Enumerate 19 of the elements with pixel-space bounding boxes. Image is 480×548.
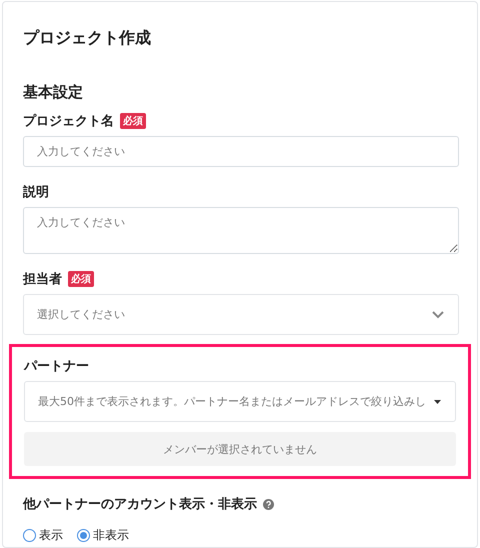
- field-label: 担当者: [23, 271, 62, 288]
- input-field[interactable]: 入力してください: [23, 136, 459, 167]
- select-field[interactable]: 選択してください: [23, 294, 459, 335]
- page-title: プロジェクト作成: [23, 28, 152, 49]
- empty-message: メンバーが選択されていません: [24, 432, 456, 466]
- field-label: プロジェクト名: [23, 112, 114, 130]
- field-label: パートナー: [24, 358, 89, 375]
- radio-option[interactable]: 表示: [23, 527, 63, 544]
- chevron-down-icon: [432, 310, 444, 318]
- caret-down-icon: [434, 400, 441, 404]
- field-label: 他パートナーのアカウント表示・非表示: [23, 496, 257, 513]
- required-badge: 必須: [68, 271, 94, 287]
- required-badge: 必須: [120, 113, 146, 129]
- radio-option[interactable]: 非表示: [77, 527, 129, 544]
- select-field[interactable]: 最大50件まで表示されます。パートナー名またはメールアドレスで絞り込みし: [24, 381, 456, 422]
- field-label: 説明: [23, 184, 49, 201]
- textarea-field[interactable]: 入力してください: [23, 207, 459, 254]
- section-heading: 基本設定: [23, 83, 84, 102]
- help-icon[interactable]: [263, 498, 274, 510]
